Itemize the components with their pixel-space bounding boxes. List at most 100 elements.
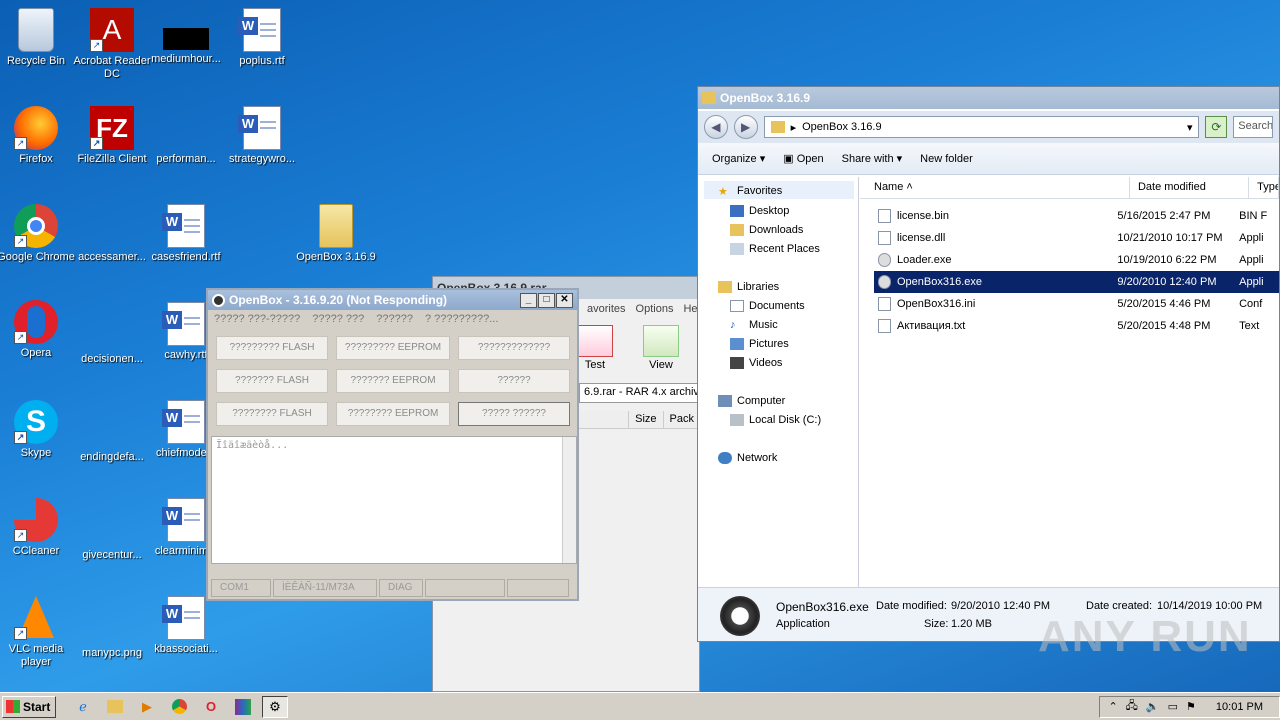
file-explorer-icon[interactable]	[102, 696, 128, 718]
openbox-app-icon	[212, 293, 225, 307]
media-player-icon[interactable]: ▶	[134, 696, 160, 718]
share-with-button[interactable]: Share with ▾	[842, 152, 903, 165]
open-button[interactable]: ▣ Open	[783, 152, 823, 165]
erase-flash-button[interactable]: ???????? FLASH	[216, 402, 328, 426]
desktop-icon-acrobat[interactable]: A ↗ Acrobat Reader DC	[72, 8, 152, 81]
action-center-flag-icon[interactable]: ⚑	[1186, 700, 1196, 713]
nav-pictures[interactable]: Pictures	[730, 338, 789, 350]
openbox-action-button[interactable]: ??????	[458, 369, 570, 393]
desktop-icon-vlc[interactable]: ↗ VLC media player	[0, 596, 76, 669]
archive-path-field[interactable]: 6.9.rar - RAR 4.x archive	[579, 383, 701, 403]
desktop-icon-skype[interactable]: S ↗ Skype	[0, 400, 76, 460]
nav-music[interactable]: ♪ Music	[730, 319, 778, 331]
minimize-button[interactable]: _	[520, 292, 537, 308]
winrar-icon[interactable]	[230, 696, 256, 718]
maximize-button[interactable]: □	[538, 292, 555, 308]
desktop-icon-openbox-folder[interactable]: OpenBox 3.16.9	[296, 204, 376, 264]
file-row[interactable]: license.dll 10/21/2010 10:17 PM Appli	[874, 227, 1279, 249]
clock[interactable]: 10:01 PM	[1216, 701, 1263, 713]
opera-icon[interactable]: O	[198, 696, 224, 718]
explorer-window[interactable]: OpenBox 3.16.9 ◀ ▶ ▸ OpenBox 3.16.9 ▾ ⟳ …	[697, 86, 1280, 642]
desktop-icon-firefox[interactable]: ↗ Firefox	[0, 106, 76, 166]
erase-eeprom-button[interactable]: ???????? EEPROM	[336, 402, 450, 426]
chrome-icon[interactable]	[166, 696, 192, 718]
openbox-taskbar-icon[interactable]: ⚙	[262, 695, 288, 718]
back-button[interactable]: ◀	[704, 115, 728, 139]
nav-downloads[interactable]: Downloads	[730, 224, 803, 236]
openbox-action-button[interactable]: ?????????????	[458, 336, 570, 360]
column-packed[interactable]: Pack	[664, 411, 701, 428]
nav-computer[interactable]: Computer	[718, 395, 785, 407]
desktop-icon-accessamer[interactable]: accessamer...	[72, 204, 152, 264]
refresh-button[interactable]: ⟳	[1205, 116, 1228, 138]
openbox-menu-item[interactable]: ? ?????????...	[425, 313, 498, 325]
column-date-modified[interactable]: Date modified	[1130, 177, 1250, 198]
file-row[interactable]: OpenBox316.ini 5/20/2015 4:46 PM Conf	[874, 293, 1279, 315]
desktop-icon-kbassociati[interactable]: W kbassociati...	[146, 596, 226, 656]
menu-options[interactable]: Options	[636, 303, 674, 315]
network-tray-icon[interactable]: 🖧	[1126, 697, 1138, 716]
show-hidden-icons-icon[interactable]: ⌃	[1108, 700, 1117, 713]
write-flash-button[interactable]: ??????? FLASH	[216, 369, 328, 393]
new-folder-button[interactable]: New folder	[920, 153, 973, 165]
volume-icon[interactable]: 🔈	[1146, 700, 1160, 713]
desktop-icon-recycle-bin[interactable]: Recycle Bin	[0, 8, 76, 68]
test-button[interactable]: Test	[573, 325, 617, 371]
nav-network[interactable]: Network	[718, 452, 777, 464]
desktop-icon-opera[interactable]: ↗ Opera	[0, 300, 76, 360]
close-button[interactable]: ✕	[556, 292, 573, 308]
column-name[interactable]: Name ˄	[860, 177, 1130, 198]
nav-desktop[interactable]: Desktop	[730, 205, 789, 217]
desktop-icon-endingdefa[interactable]: endingdefa...	[72, 404, 152, 464]
search-input[interactable]: Search	[1233, 116, 1273, 138]
desktop-icon-givecentur[interactable]: givecentur...	[72, 502, 152, 562]
openbox-window[interactable]: OpenBox - 3.16.9.20 (Not Responding) _ □…	[206, 288, 579, 601]
openbox-menu-item[interactable]: ????? ???-?????	[214, 313, 300, 325]
file-row-selected[interactable]: OpenBox316.exe 9/20/2010 12:40 PM Appli	[874, 271, 1279, 293]
chevron-down-icon[interactable]: ▾	[1187, 121, 1193, 134]
forward-button[interactable]: ▶	[733, 115, 758, 139]
desktop-icon-performan[interactable]: performan...	[146, 106, 226, 166]
desktop-icon-decisionen[interactable]: decisionen...	[72, 306, 152, 366]
desktop-icon-chrome[interactable]: ↗ Google Chrome	[0, 204, 76, 264]
internet-explorer-icon[interactable]: ℯ	[70, 696, 96, 718]
openbox-titlebar[interactable]: OpenBox - 3.16.9.20 (Not Responding) _ □…	[208, 290, 577, 310]
openbox-menu-item[interactable]: ??????	[376, 313, 413, 325]
file-row[interactable]: Активация.txt 5/20/2015 4:48 PM Text	[874, 315, 1279, 337]
log-scrollbar[interactable]	[562, 437, 576, 563]
desktop-icon-manypc[interactable]: manypc.png	[72, 600, 152, 660]
address-field[interactable]: ▸ OpenBox 3.16.9 ▾	[763, 116, 1200, 138]
desktop-icon-label: decisionen...	[81, 353, 143, 365]
openbox-log-area[interactable]: Ïîäîæäèòå...	[211, 436, 577, 564]
write-eeprom-button[interactable]: ??????? EEPROM	[336, 369, 450, 393]
nav-videos[interactable]: Videos	[730, 357, 782, 369]
nav-local-disk[interactable]: Local Disk (C:)	[730, 414, 821, 426]
start-button[interactable]: Start	[2, 695, 56, 718]
nav-libraries[interactable]: Libraries	[718, 281, 779, 293]
read-eeprom-button[interactable]: ????????? EEPROM	[336, 336, 450, 360]
explorer-titlebar[interactable]: OpenBox 3.16.9	[698, 87, 1279, 109]
file-row[interactable]: Loader.exe 10/19/2010 6:22 PM Appli	[874, 249, 1279, 271]
nav-documents[interactable]: Documents	[730, 300, 805, 312]
pictures-icon	[730, 338, 744, 350]
file-row[interactable]: license.bin 5/16/2015 2:47 PM BIN F	[874, 205, 1279, 227]
view-button[interactable]: View	[639, 325, 683, 371]
desktop-icon-strategywro[interactable]: W strategywro...	[222, 106, 302, 166]
chevron-right-icon[interactable]: ▸	[791, 121, 797, 134]
nav-recent-places[interactable]: Recent Places	[730, 243, 820, 255]
menu-favorites[interactable]: avorites	[587, 303, 626, 315]
openbox-menu-item[interactable]: ????? ???	[312, 313, 364, 325]
desktop-icon-filezilla[interactable]: FZ ↗ FileZilla Client	[72, 106, 152, 166]
desktop-icon-label: Opera	[20, 347, 52, 359]
desktop-icon-ccleaner[interactable]: ↗ CCleaner	[0, 498, 76, 558]
openbox-action-button[interactable]: ????? ??????	[458, 402, 570, 426]
desktop-icon-casesfriend[interactable]: W casesfriend.rtf	[146, 204, 226, 264]
column-size[interactable]: Size	[629, 411, 664, 428]
power-icon[interactable]: ▭	[1168, 700, 1178, 713]
organize-button[interactable]: Organize ▾	[712, 152, 765, 165]
desktop-icon-mediumhour[interactable]: mediumhour...	[146, 8, 226, 66]
column-type[interactable]: Type	[1249, 177, 1279, 198]
read-flash-button[interactable]: ????????? FLASH	[216, 336, 328, 360]
desktop-icon-poplus[interactable]: W poplus.rtf	[222, 8, 302, 68]
nav-favorites[interactable]: ★ Favorites	[718, 185, 782, 198]
